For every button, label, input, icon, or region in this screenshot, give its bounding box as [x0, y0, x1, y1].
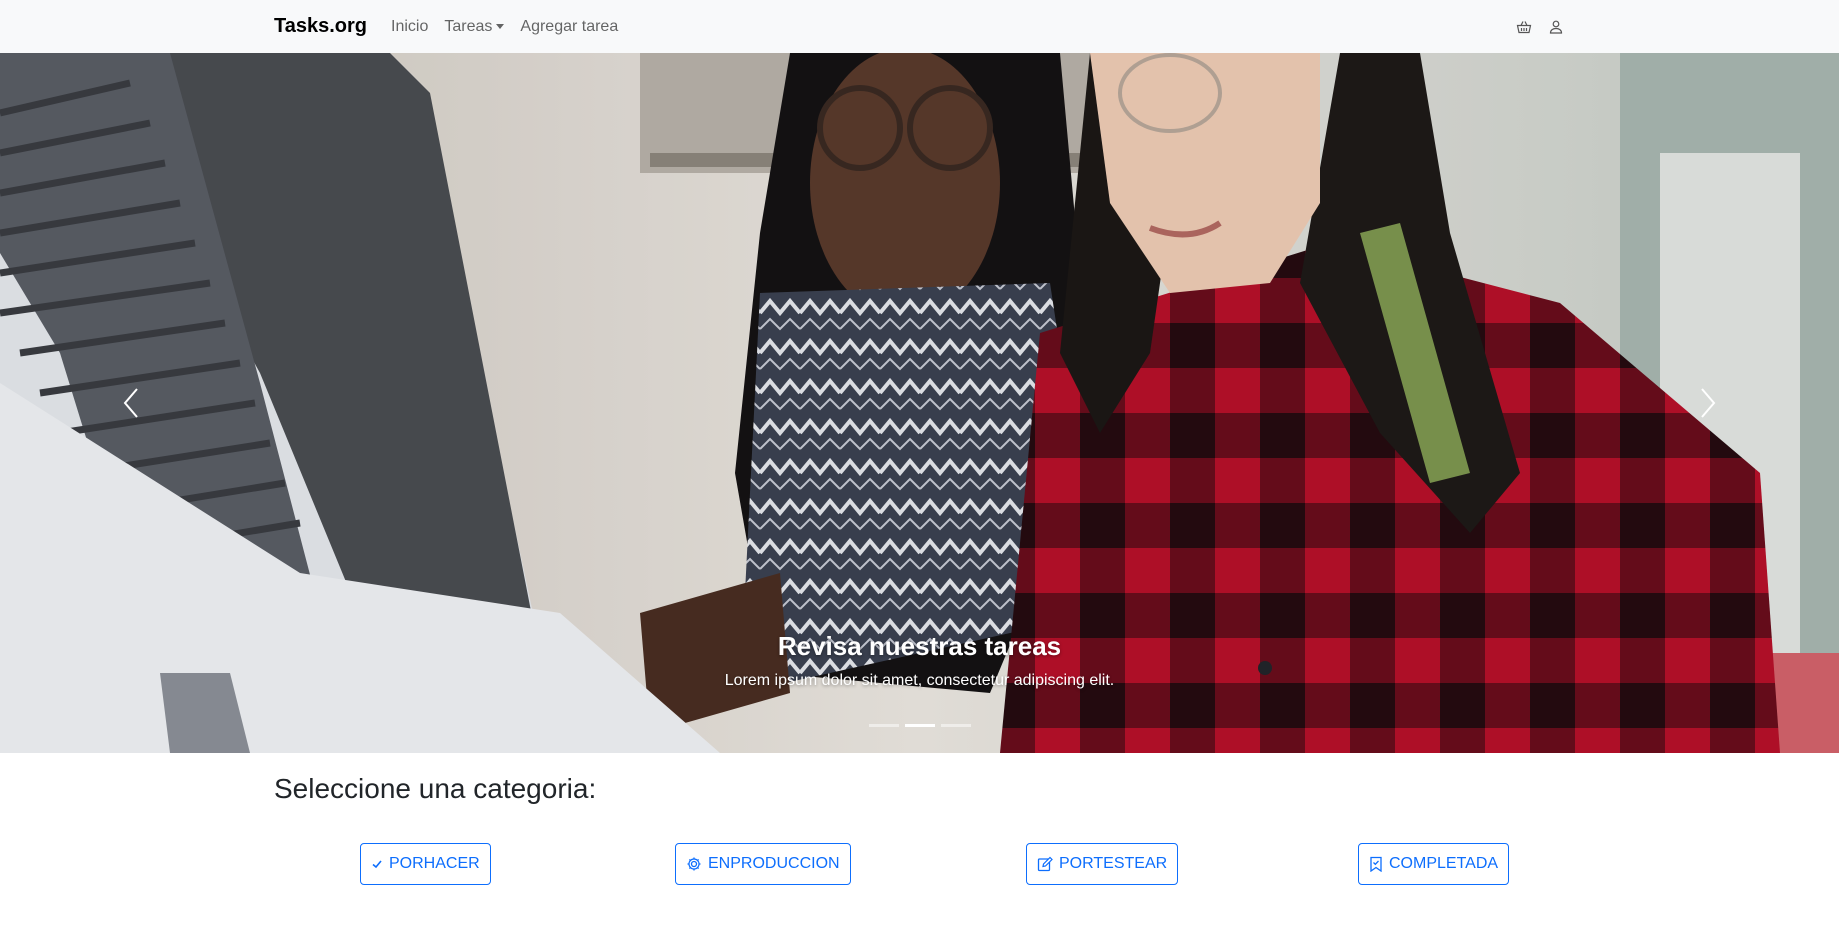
nav-link-agregar-tarea[interactable]: Agregar tarea — [520, 18, 618, 36]
category-button-enproduccion[interactable]: ENPRODUCCION — [675, 843, 851, 885]
category-button-portestear-label: PORTESTEAR — [1059, 855, 1168, 872]
navbar-container: Tasks.org Inicio Tareas Agregar tarea — [274, 0, 1564, 53]
basket-icon[interactable] — [1516, 19, 1532, 35]
category-button-completada[interactable]: COMPLETADA — [1358, 843, 1510, 885]
check-icon — [372, 860, 382, 869]
bookmark-check-icon — [1370, 856, 1382, 872]
category-button-completada-label: COMPLETADA — [1389, 855, 1499, 872]
hero-carousel: Revisa nuestras tareas Lorem ipsum dolor… — [0, 53, 1839, 753]
nav-link-inicio[interactable]: Inicio — [391, 18, 428, 36]
category-button-enproduccion-label: ENPRODUCCION — [708, 855, 840, 872]
carousel-caption-text: Lorem ipsum dolor sit amet, consectetur … — [724, 672, 1115, 689]
chevron-right-icon — [1701, 388, 1716, 418]
gear-icon — [687, 857, 701, 871]
carousel-caption-title: Revisa nuestras tareas — [777, 631, 1062, 661]
nav-dropdown-tareas-label: Tareas — [444, 17, 493, 35]
caret-down-icon — [496, 24, 505, 29]
navbar: Tasks.org Inicio Tareas Agregar tarea — [0, 0, 1839, 53]
category-button-portestear[interactable]: PORTESTEAR — [1026, 843, 1179, 885]
category-button-porhacer-label: PORHACER — [389, 855, 480, 872]
person-icon[interactable] — [1548, 19, 1564, 35]
carousel-indicator-3[interactable] — [940, 724, 971, 727]
navbar-actions — [1516, 0, 1564, 53]
brand-logo[interactable]: Tasks.org — [274, 15, 367, 38]
nav-dropdown-tareas[interactable]: Tareas — [444, 17, 505, 36]
category-button-porhacer[interactable]: PORHACER — [360, 843, 491, 885]
chevron-left-icon — [123, 388, 138, 418]
pencil-square-icon — [1037, 856, 1053, 872]
carousel-indicators — [0, 724, 1839, 727]
carousel-indicator-2[interactable] — [904, 724, 935, 727]
carousel-caption: Revisa nuestras tareas Lorem ipsum dolor… — [0, 631, 1839, 690]
category-heading: Seleccione una categoria: — [274, 773, 597, 804]
carousel-indicator-1[interactable] — [868, 724, 899, 727]
